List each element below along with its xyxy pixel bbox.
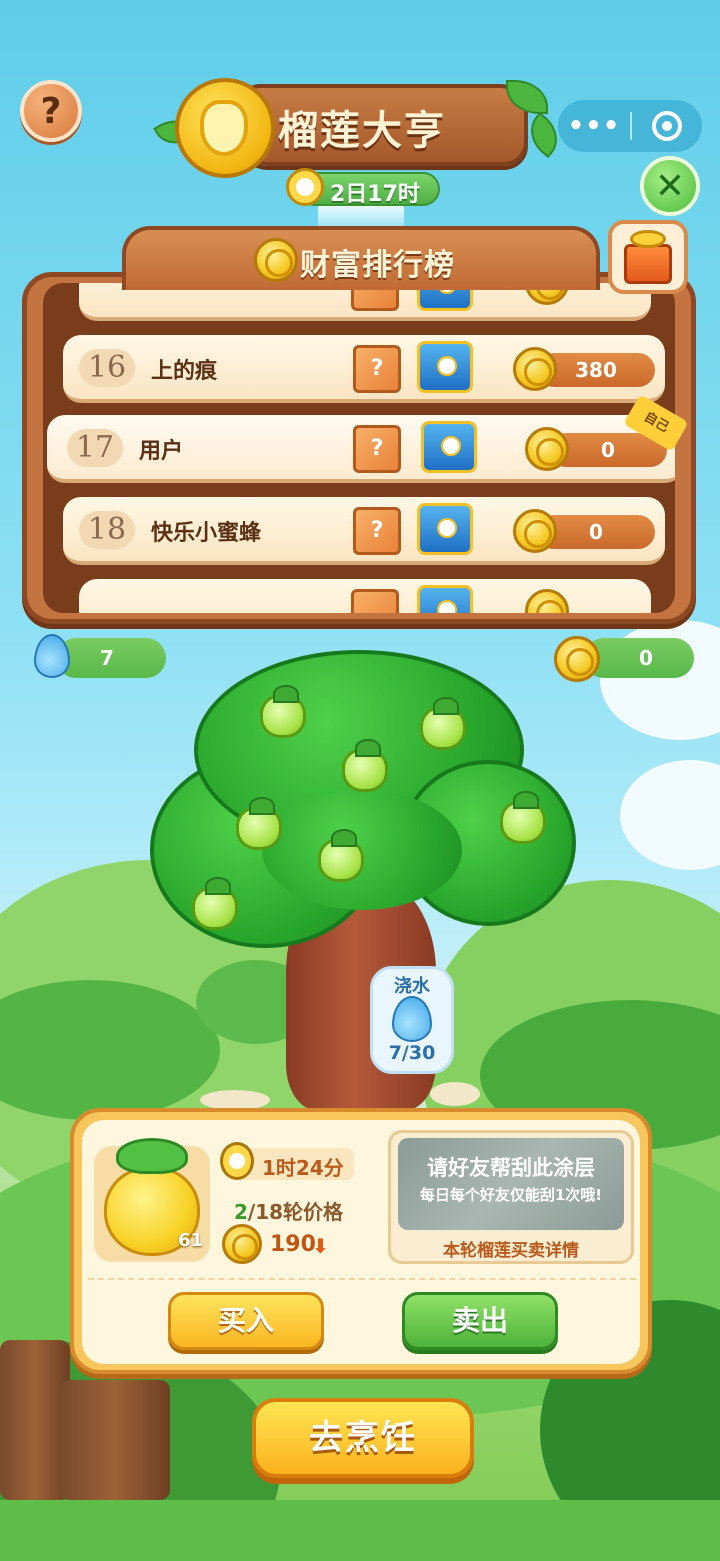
fruit-icon[interactable] (318, 829, 364, 882)
help-icon: ? (40, 90, 62, 132)
rank-number: 17 (67, 429, 123, 467)
countdown-text: 2日17时 (330, 182, 420, 207)
rank-number: 18 (79, 511, 135, 549)
player-name: 快乐小蜜蜂 (151, 521, 262, 546)
mystery-cube-icon: ? (353, 507, 401, 555)
leaderboard-list[interactable]: 16 上的痕 ? 380 17 用户 ? 0 18 快乐小蜜蜂 ? 0 (43, 283, 675, 613)
treasure-chest-icon (417, 341, 473, 393)
coin-icon (525, 589, 569, 613)
close-leaderboard-button[interactable]: ✕ (640, 156, 700, 216)
fruit-icon[interactable] (500, 791, 546, 844)
durian-count: 61 (178, 1230, 204, 1251)
miniprogram-capsule: ••• (558, 100, 702, 152)
round-price-text: 2/18轮价格 (234, 1196, 343, 1225)
leaderboard-row-self[interactable]: 17 用户 ? 0 (47, 415, 675, 483)
more-icon[interactable]: ••• (558, 111, 630, 141)
coin-icon (513, 347, 557, 391)
leaderboard-row[interactable]: 18 快乐小蜜蜂 ? 0 (63, 497, 665, 565)
game-title: 榴莲大亨 (278, 108, 446, 154)
treasure-chest-icon (421, 421, 477, 473)
trade-details-link[interactable]: 本轮榴莲买卖详情 (398, 1236, 624, 1261)
water-button-label: 浇水 (394, 976, 430, 997)
gift-icon (624, 244, 672, 284)
help-button[interactable]: ? (20, 80, 82, 142)
coin-icon (254, 238, 298, 282)
close-miniprogram-button[interactable] (632, 111, 702, 141)
leaderboard-title: 财富排行榜 (300, 248, 455, 283)
buy-button[interactable]: 买入 (168, 1292, 324, 1350)
fruit-icon[interactable] (260, 685, 306, 738)
clock-icon (286, 168, 324, 206)
fruit-icon[interactable] (192, 877, 238, 930)
water-counter: 7 (56, 638, 166, 678)
treasure-chest-icon (417, 585, 473, 613)
coin-icon (222, 1224, 262, 1264)
coin-icon (513, 509, 557, 553)
scratch-title: 请好友帮刮此涂层 (427, 1156, 595, 1180)
gift-bow (630, 230, 666, 248)
gift-button[interactable] (608, 220, 688, 294)
durian-leaf (116, 1138, 188, 1174)
leaderboard-row[interactable]: 16 上的痕 ? 380 (63, 335, 665, 403)
scratch-subtitle: 每日每个好友仅能刮1次哦! (419, 1186, 603, 1204)
mystery-cube-icon (351, 589, 399, 613)
water-progress: 7/30 (388, 1042, 436, 1064)
price-down-icon: ⬇ (312, 1234, 329, 1258)
fruit-icon[interactable] (420, 697, 466, 750)
rank-number: 16 (79, 349, 135, 387)
clock-icon (220, 1142, 254, 1180)
coin-icon (554, 636, 600, 682)
treasure-chest-icon (417, 503, 473, 555)
close-icon: ✕ (654, 165, 686, 207)
leaderboard-panel: 16 上的痕 ? 380 17 用户 ? 0 18 快乐小蜜蜂 ? 0 (22, 272, 696, 624)
time-left-text: 1时24分 (262, 1156, 344, 1180)
target-icon (652, 111, 682, 141)
round-label: /18轮价格 (247, 1200, 344, 1224)
cook-button[interactable]: 去烹饪 (252, 1398, 474, 1478)
leaderboard-row-partial (79, 579, 651, 613)
coin-counter: 0 (584, 638, 694, 678)
fruit-icon[interactable] (342, 739, 388, 792)
player-name: 用户 (139, 439, 184, 464)
panel-divider (88, 1278, 636, 1280)
player-name: 上的痕 (151, 359, 218, 384)
sell-button[interactable]: 卖出 (402, 1292, 558, 1350)
fruit-icon[interactable] (236, 797, 282, 850)
mystery-cube-icon: ? (353, 425, 401, 473)
durian-slice-icon (200, 100, 248, 156)
round-current: 2 (234, 1200, 248, 1224)
coin-icon (525, 427, 569, 471)
current-price: 190 (270, 1232, 316, 1257)
mystery-cube-icon: ? (353, 345, 401, 393)
